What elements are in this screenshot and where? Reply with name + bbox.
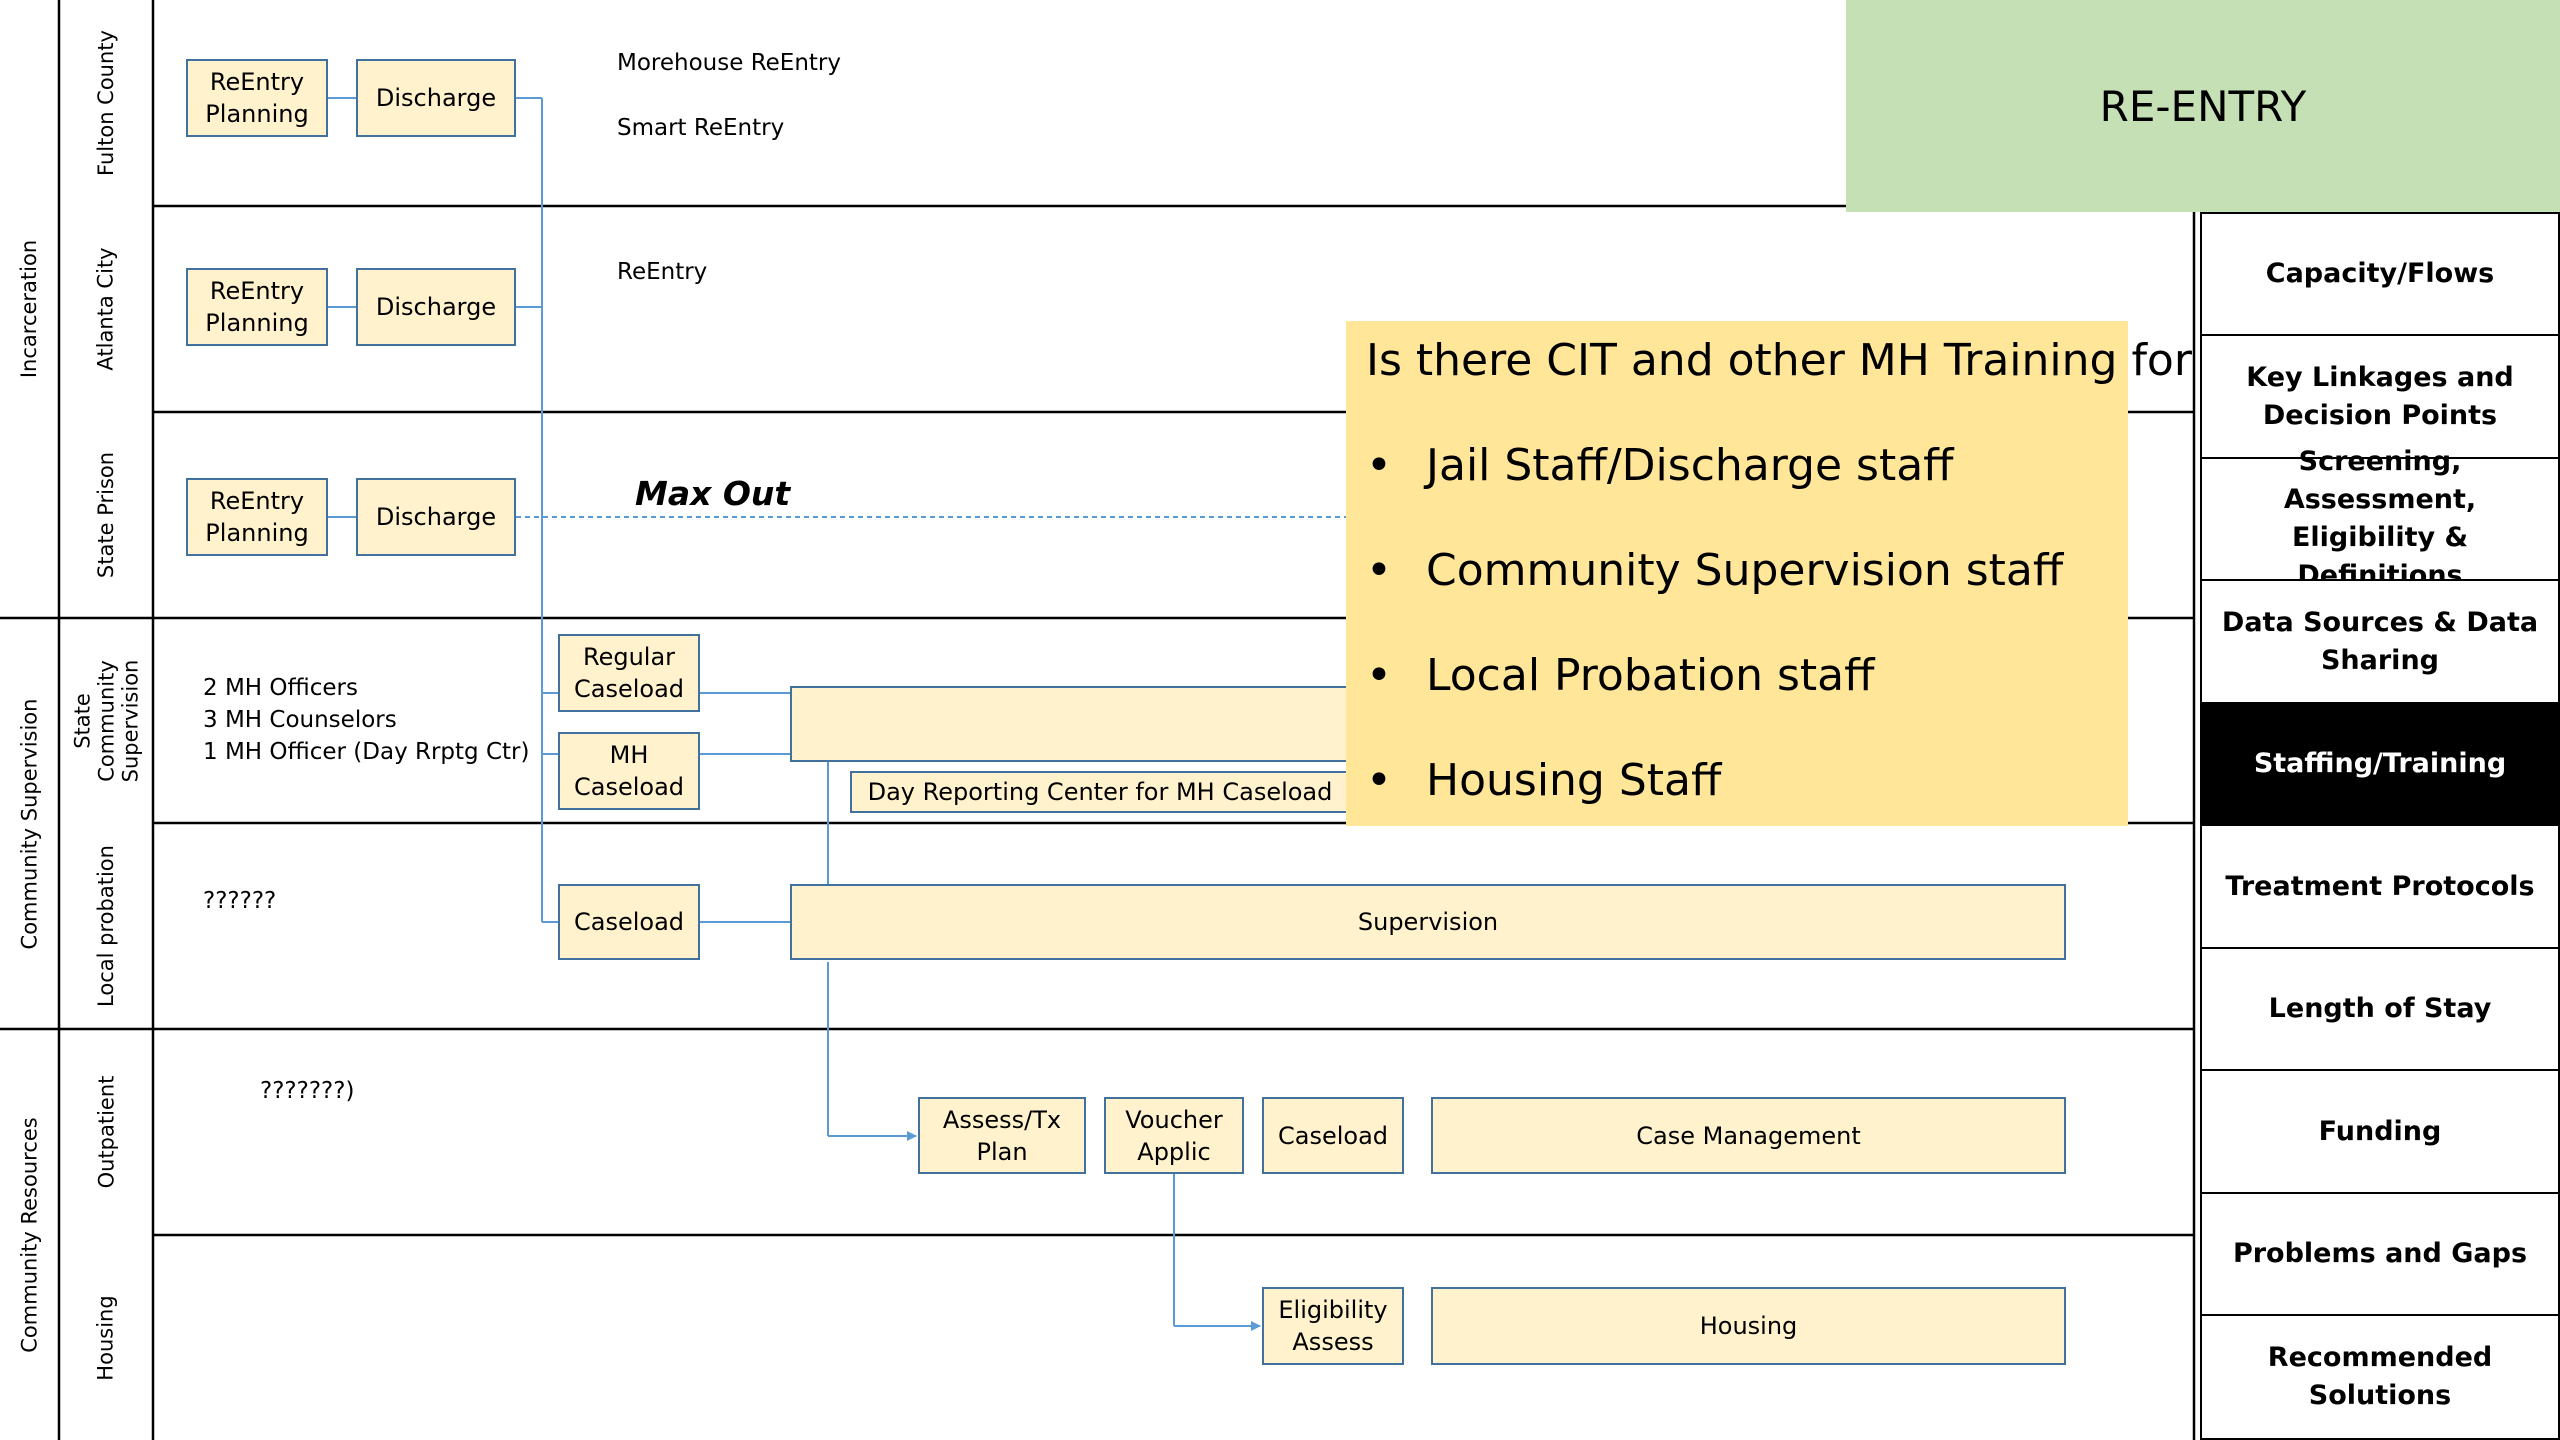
case-management-box: Case Management — [1431, 1097, 2066, 1174]
reentry-header: RE-ENTRY — [1846, 0, 2560, 212]
callout-item: Housing Staff — [1366, 751, 2108, 811]
callout-list: Jail Staff/Discharge staff Community Sup… — [1366, 436, 2108, 811]
prison-discharge-box: Discharge — [356, 478, 516, 556]
atlanta-discharge-box: Discharge — [356, 268, 516, 346]
eligibility-assess-box: Eligibility Assess — [1262, 1287, 1404, 1365]
sidebar-item-recommended-solutions[interactable]: Recommended Solutions — [2200, 1314, 2560, 1440]
reentry-diagram: Incarceration Community Supervision Comm… — [0, 0, 2560, 1440]
local-caseload-box: Caseload — [558, 884, 700, 960]
mh-officer-day-note: 1 MH Officer (Day Rrptg Ctr) — [203, 739, 530, 765]
atlanta-reentry-note: ReEntry — [617, 259, 708, 285]
mh-officers-note: 2 MH Officers — [203, 675, 358, 701]
callout-item: Community Supervision staff — [1366, 541, 2108, 601]
state-supervision-bar — [790, 686, 1390, 762]
lane-label-state-community-supervision: State Community Supervision — [70, 659, 142, 782]
sidebar-item-funding[interactable]: Funding — [2200, 1069, 2560, 1194]
header-title: RE-ENTRY — [2099, 81, 2307, 131]
morehouse-reentry-note: Morehouse ReEntry — [617, 50, 841, 76]
regular-caseload-box: Regular Caseload — [558, 634, 700, 712]
atlanta-reentry-planning-box: ReEntry Planning — [186, 268, 328, 346]
callout-title: Is there CIT and other MH Training for — [1366, 335, 2192, 386]
group-label-incarceration: Incarceration — [17, 239, 42, 379]
lane-label-atlanta-city: Atlanta City — [94, 247, 118, 371]
lane-label-state-prison: State Prison — [94, 451, 118, 579]
voucher-applic-box: Voucher Applic — [1104, 1097, 1244, 1174]
lane-label-housing: Housing — [94, 1294, 118, 1381]
sidebar-item-capacity-flows[interactable]: Capacity/Flows — [2200, 212, 2560, 336]
prison-reentry-planning-box: ReEntry Planning — [186, 478, 328, 556]
sidebar-item-length-of-stay[interactable]: Length of Stay — [2200, 947, 2560, 1071]
assess-tx-plan-box: Assess/Tx Plan — [918, 1097, 1086, 1174]
max-out-label: Max Out — [635, 474, 791, 513]
fulton-discharge-box: Discharge — [356, 59, 516, 137]
sidebar-item-screening-assessment[interactable]: Screening, Assessment, Eligibility & Def… — [2200, 446, 2560, 591]
sidebar-item-staffing-training[interactable]: Staffing/Training — [2200, 702, 2560, 826]
local-probation-unknown-note: ?????? — [203, 888, 277, 914]
housing-box: Housing — [1431, 1287, 2066, 1365]
mh-counselors-note: 3 MH Counselors — [203, 707, 397, 733]
callout-item: Jail Staff/Discharge staff — [1366, 436, 2108, 496]
fulton-reentry-planning-box: ReEntry Planning — [186, 59, 328, 137]
sidebar-item-treatment-protocols[interactable]: Treatment Protocols — [2200, 824, 2560, 949]
local-supervision-box: Supervision — [790, 884, 2066, 960]
outpatient-unknown-note: ???????) — [260, 1078, 355, 1104]
lane-label-fulton-county: Fulton County — [94, 30, 118, 176]
outpatient-caseload-box: Caseload — [1262, 1097, 1404, 1174]
smart-reentry-note: Smart ReEntry — [617, 115, 785, 141]
day-reporting-center-box: Day Reporting Center for MH Caseload — [850, 771, 1350, 813]
lane-label-local-probation: Local probation — [94, 845, 119, 1007]
lane-label-outpatient: Outpatient — [94, 1075, 118, 1189]
training-callout: Is there CIT and other MH Training for J… — [1346, 321, 2192, 826]
group-label-community-supervision: Community Supervision — [17, 698, 42, 949]
sidebar-item-data-sources[interactable]: Data Sources & Data Sharing — [2200, 579, 2560, 704]
callout-item: Local Probation staff — [1366, 646, 2108, 706]
mh-caseload-box: MH Caseload — [558, 732, 700, 810]
sidebar-item-problems-gaps[interactable]: Problems and Gaps — [2200, 1192, 2560, 1316]
sidebar-item-key-linkages[interactable]: Key Linkages and Decision Points — [2200, 334, 2560, 459]
group-label-community-resources: Community Resources — [17, 1116, 42, 1353]
